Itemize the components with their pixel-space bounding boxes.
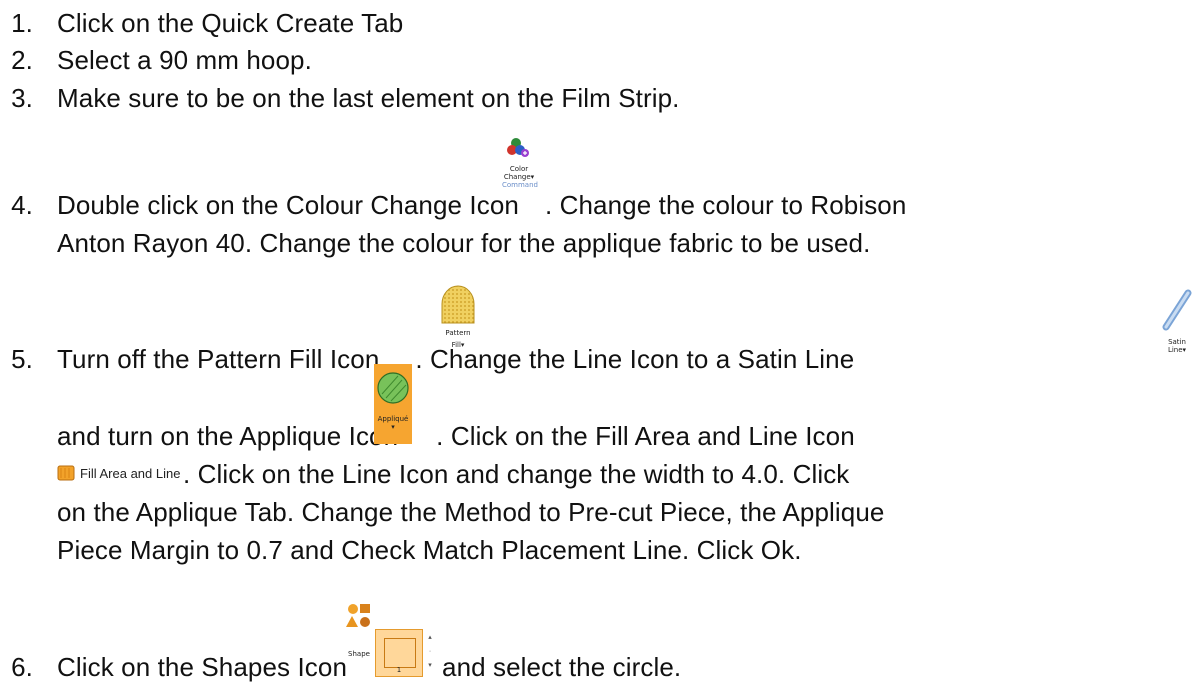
- step-5-line-5: Piece Margin to 0.7 and Check Match Plac…: [57, 535, 802, 565]
- step-number: 3.: [11, 83, 33, 113]
- shape-spin-value: 1: [396, 666, 402, 674]
- shapes-icon[interactable]: Shape: [346, 601, 372, 681]
- applique-circle-icon: [377, 372, 409, 404]
- pattern-fill-icon[interactable]: Pattern Fill▾: [439, 284, 477, 364]
- icon-label: Change▾: [503, 173, 535, 181]
- step-3: 3. Make sure to be on the last element on…: [0, 83, 679, 113]
- step-text: and turn on the Applique Icon: [57, 421, 399, 451]
- step-text: . Change the colour to Robison: [544, 190, 907, 220]
- fill-area-swatch-icon: [57, 465, 75, 481]
- shapes-glyph-icon: [346, 604, 370, 627]
- step-6: 6. Click on the Shapes Icon and select the…: [0, 652, 681, 682]
- step-5: 5. Turn off the Pattern Fill Icon . Change…: [0, 344, 854, 374]
- step-text: Click on the Shapes Icon: [57, 652, 348, 682]
- icon-label: Line▾: [1167, 346, 1187, 354]
- icon-label: Command: [502, 181, 538, 189]
- shape-preview-box[interactable]: 1: [375, 629, 423, 677]
- spin-down-icon[interactable]: ▾: [425, 659, 435, 673]
- step-number: 5.: [11, 344, 33, 374]
- step-text: Select a 90 mm hoop.: [57, 45, 312, 75]
- step-text: . Change the Line Icon to a Satin Line: [415, 344, 855, 374]
- step-text: Double click on the Colour Change Icon: [57, 190, 519, 220]
- icon-label: ▾: [391, 423, 395, 431]
- step-number: 1.: [11, 8, 33, 38]
- step-text: Turn off the Pattern Fill Icon: [57, 344, 380, 374]
- step-text: and select the circle.: [442, 652, 682, 682]
- step-5-line-2: and turn on the Applique Icon . Click on …: [57, 421, 855, 451]
- step-text: Click on the Quick Create Tab: [57, 8, 404, 38]
- satin-stroke-icon: [1162, 289, 1192, 331]
- spin-dots-icon: ·: [428, 648, 432, 655]
- step-text: Make sure to be on the last element on t…: [57, 83, 680, 113]
- icon-label: Shape: [348, 650, 370, 658]
- step-text: . Click on the Fill Area and Line Icon: [436, 421, 855, 451]
- step-4: 4. Double click on the Colour Change Icon…: [0, 190, 906, 220]
- step-1: 1. Click on the Quick Create Tab: [0, 8, 403, 38]
- step-2: 2. Select a 90 mm hoop.: [0, 45, 312, 75]
- step-5-line-4: on the Applique Tab. Change the Method t…: [57, 497, 885, 527]
- satin-line-icon[interactable]: Satin Line▾: [1162, 287, 1192, 363]
- step-number: 6.: [11, 652, 33, 682]
- icon-label: Satin: [1168, 338, 1186, 346]
- pattern-dome-icon: [441, 285, 475, 324]
- icon-label: Fill▾: [451, 341, 465, 349]
- color-circles-icon: [507, 138, 529, 157]
- icon-label: Pattern: [445, 329, 471, 337]
- step-5-line-3: . Click on the Line Icon and change the …: [183, 459, 850, 489]
- step-number: 4.: [11, 190, 33, 220]
- fill-area-label: Fill Area and Line: [80, 465, 181, 481]
- icon-label: Appliqué: [377, 415, 409, 423]
- applique-icon[interactable]: Appliqué ▾: [374, 364, 412, 444]
- spin-up-icon[interactable]: ▴: [425, 631, 435, 645]
- fill-area-and-line-icon[interactable]: Fill Area and Line: [57, 463, 180, 483]
- color-change-icon[interactable]: Color Change▾ Command: [502, 136, 538, 216]
- icon-label: Color: [509, 165, 529, 173]
- shape-square-outline: [384, 638, 416, 668]
- step-number: 2.: [11, 45, 33, 75]
- step-4-line-2: Anton Rayon 40. Change the colour for th…: [57, 228, 871, 258]
- shape-spinner[interactable]: ▴ · ▾: [425, 631, 435, 675]
